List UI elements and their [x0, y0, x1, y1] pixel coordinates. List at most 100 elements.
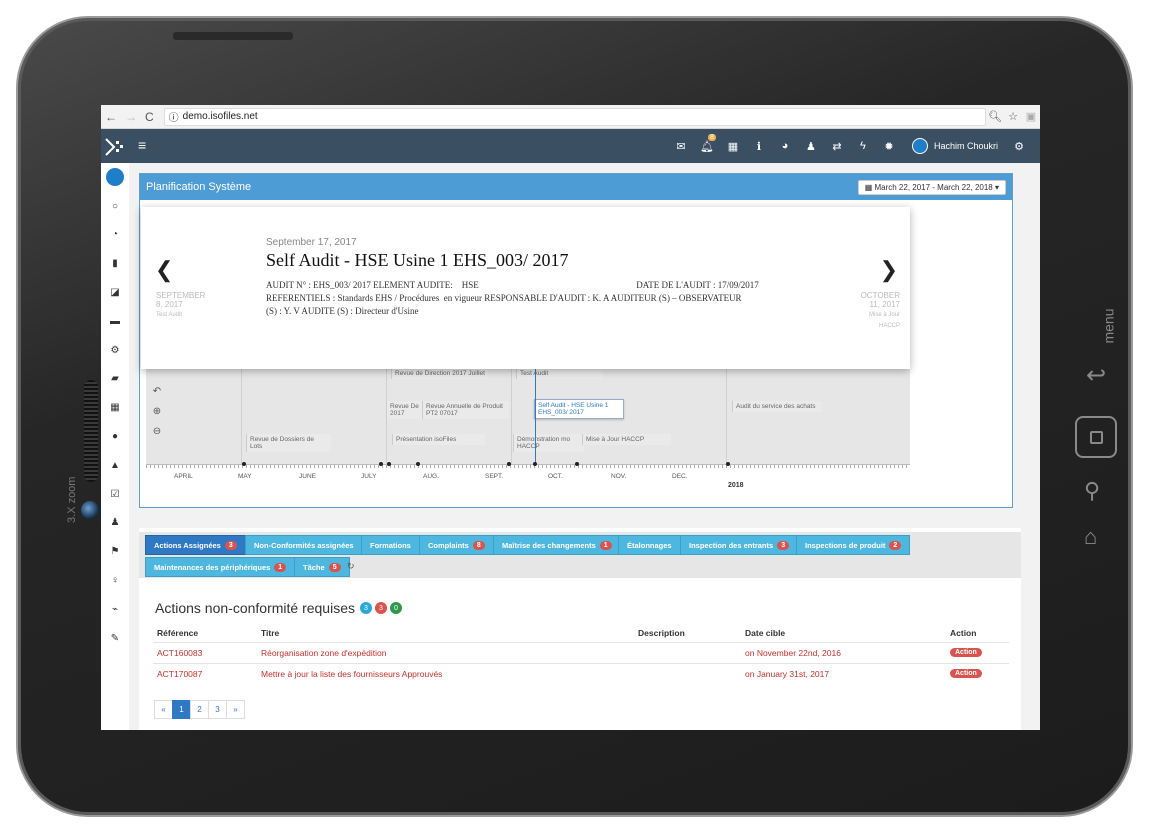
- cogs-icon[interactable]: ⚙: [1006, 140, 1032, 153]
- tab-etalonnages[interactable]: Étalonnages: [618, 535, 681, 555]
- refresh-icon[interactable]: ↻: [347, 561, 355, 572]
- warning-icon[interactable]: ▲: [101, 451, 129, 480]
- circle-icon[interactable]: ○: [101, 192, 129, 221]
- tab-maitrise-changements[interactable]: Maîtrise des changements 1: [493, 535, 621, 555]
- timeline-item[interactable]: Présentation isoFiles: [392, 434, 485, 445]
- camera-icon: [81, 501, 99, 519]
- tab-complaints[interactable]: Complaints 8: [419, 535, 494, 555]
- timeline-item[interactable]: Revue de Dossiers de Lots: [246, 434, 331, 452]
- exchange-icon[interactable]: ⇄: [824, 140, 850, 153]
- menu-toggle-icon[interactable]: ≡: [138, 137, 146, 153]
- page-prev[interactable]: «: [154, 700, 173, 719]
- tab-tache[interactable]: Tâche 5: [294, 557, 350, 577]
- info-circle-icon[interactable]: ℹ: [746, 140, 772, 153]
- month-label: NOV.: [611, 473, 627, 480]
- row-title-link[interactable]: Réorganisation zone d'expédition: [261, 648, 386, 658]
- user-icon[interactable]: ♟: [798, 140, 824, 153]
- panel-header: Planification Système ▦ March 22, 2017 -…: [140, 174, 1012, 200]
- date-range-picker[interactable]: ▦ March 22, 2017 - March 22, 2018 ▾: [857, 179, 1006, 195]
- info-icon: ⓘ: [168, 113, 179, 124]
- tab-formations[interactable]: Formations: [361, 535, 420, 555]
- timeline-back-icon[interactable]: ↶: [150, 386, 164, 402]
- previous-chevron-icon[interactable]: ❮: [155, 257, 173, 283]
- settings-gear-icon[interactable]: ✹: [876, 140, 902, 153]
- page-3[interactable]: 3: [208, 700, 227, 719]
- main-content: Planification Système ▦ March 22, 2017 -…: [129, 163, 1040, 730]
- grid-icon[interactable]: ▦: [101, 393, 129, 422]
- row-title-link[interactable]: Mettre à jour la liste des fournisseurs …: [261, 669, 442, 679]
- menu-label: menu: [1100, 308, 1117, 344]
- globe-icon[interactable]: ◕: [772, 140, 798, 152]
- folder-icon[interactable]: ▬: [101, 307, 129, 336]
- tab-inspection-entrants[interactable]: Inspection des entrants 3: [680, 535, 799, 555]
- timeline-item[interactable]: Revue De 2017: [386, 401, 423, 419]
- page-next[interactable]: »: [226, 700, 245, 719]
- timeline-item-active[interactable]: Self Audit - HSE Usine 1 EHS_003/ 2017: [534, 399, 624, 419]
- next-date: OCTOBER 11, 2017: [860, 291, 900, 309]
- next-event[interactable]: OCTOBER 11, 2017 Mise à Jour HACCP: [861, 291, 900, 331]
- lightbulb-icon[interactable]: ♀: [101, 566, 129, 595]
- address-bar[interactable]: ⓘ demo.isofiles.net: [163, 107, 986, 126]
- bolt-icon[interactable]: ϟ: [850, 140, 876, 152]
- page-2[interactable]: 2: [190, 700, 209, 719]
- wrench-icon[interactable]: ✎: [101, 624, 129, 653]
- dashboard-icon[interactable]: ◔: [101, 221, 129, 250]
- briefcase-icon[interactable]: ▮: [101, 249, 129, 278]
- app-logo-icon[interactable]: [104, 137, 124, 157]
- hardware-home-button[interactable]: [1075, 416, 1117, 458]
- row-ref-link[interactable]: ACT160083: [157, 648, 202, 658]
- previous-event[interactable]: SEPTEMBER 8, 2017 Test Audit: [156, 291, 205, 320]
- tab-inspections-produit[interactable]: Inspections de produit 2: [796, 535, 911, 555]
- extension-icon[interactable]: ▣: [1022, 110, 1040, 123]
- hardware-back-icon[interactable]: ↩: [1086, 361, 1106, 390]
- timeline-item[interactable]: Revue de Direction 2017 Juillet: [391, 368, 488, 379]
- truck-icon[interactable]: ▰: [101, 365, 129, 394]
- user-menu[interactable]: Hachim Choukri: [911, 138, 998, 154]
- forward-arrow-icon[interactable]: →: [121, 110, 141, 124]
- timeline-item[interactable]: Test Audit: [516, 368, 603, 379]
- reload-icon[interactable]: C: [141, 110, 158, 124]
- zoom-out-icon[interactable]: ⊖: [150, 426, 164, 442]
- users-icon[interactable]: ♟: [101, 509, 129, 538]
- back-arrow-icon[interactable]: ←: [101, 110, 121, 124]
- zoom-icon[interactable]: 🔍︎: [986, 110, 1004, 123]
- event-date: September 17, 2017: [266, 237, 357, 248]
- flag-icon[interactable]: ⚑: [101, 537, 129, 566]
- next-chevron-icon[interactable]: ❯: [880, 257, 898, 283]
- notification-badge: 8: [707, 133, 716, 141]
- timeline-item[interactable]: Audit du service des achats: [732, 401, 821, 412]
- col-titre: Titre: [261, 628, 280, 638]
- action-button[interactable]: Action: [950, 648, 982, 657]
- timeline-axis: APRIL MAY JUNE JULY AUG. SEPT. OCT. NOV.…: [146, 462, 910, 489]
- cogs-sidebar-icon[interactable]: ⚙: [101, 336, 129, 365]
- bell-icon[interactable]: 🔔︎ 8: [694, 133, 720, 153]
- dot-icon[interactable]: ●: [101, 422, 129, 451]
- tab-maintenances[interactable]: Maintenances des périphériques 1: [145, 557, 296, 577]
- tab-non-conformites[interactable]: Non-Conformités assignées: [245, 535, 363, 555]
- sidebar-avatar[interactable]: [101, 163, 129, 192]
- timeline-item[interactable]: Mise à Jour HACCP: [582, 434, 671, 445]
- mail-icon[interactable]: ✉: [668, 140, 694, 153]
- timeline-item[interactable]: Démonstration mo HACCP: [513, 434, 584, 452]
- col-reference: Référence: [157, 628, 199, 638]
- checkbox-icon[interactable]: ☑: [101, 480, 129, 509]
- table-row: ACT160083 Réorganisation zone d'expéditi…: [153, 643, 1009, 664]
- calendar-icon[interactable]: ▦: [720, 140, 746, 153]
- actions-table: Référence Titre Description Date cible A…: [153, 622, 1009, 684]
- sidebar: ○ ◔ ▮ ◪ ▬ ⚙ ▰ ▦ ● ▲ ☑ ♟ ⚑ ♀ ⌁ ✎: [101, 163, 130, 730]
- screen: ← → C ⓘ demo.isofiles.net 🔍︎ ☆ ▣ ≡ ✉ 🔔︎ 8…: [101, 105, 1040, 730]
- row-ref-link[interactable]: ACT170087: [157, 669, 202, 679]
- count-badge: 3: [360, 602, 372, 614]
- page-1[interactable]: 1: [172, 700, 191, 719]
- tab-actions-assignees[interactable]: Actions Assignées 3: [145, 535, 246, 555]
- hardware-search-icon[interactable]: ⚲: [1084, 478, 1100, 504]
- action-button[interactable]: Action: [950, 669, 982, 678]
- timeline-item[interactable]: Revue Annuelle de Produit PT2 07017: [422, 401, 509, 419]
- timeline-area: Revue de Direction 2017 Juillet Test Aud…: [146, 364, 910, 479]
- chart-icon[interactable]: ⌁: [101, 595, 129, 624]
- calendar-small-icon: ▦: [864, 182, 875, 192]
- edit-icon[interactable]: ◪: [101, 278, 129, 307]
- hardware-up-icon[interactable]: ⌂: [1084, 524, 1097, 550]
- zoom-in-icon[interactable]: ⊕: [150, 406, 164, 422]
- star-icon[interactable]: ☆: [1004, 110, 1022, 123]
